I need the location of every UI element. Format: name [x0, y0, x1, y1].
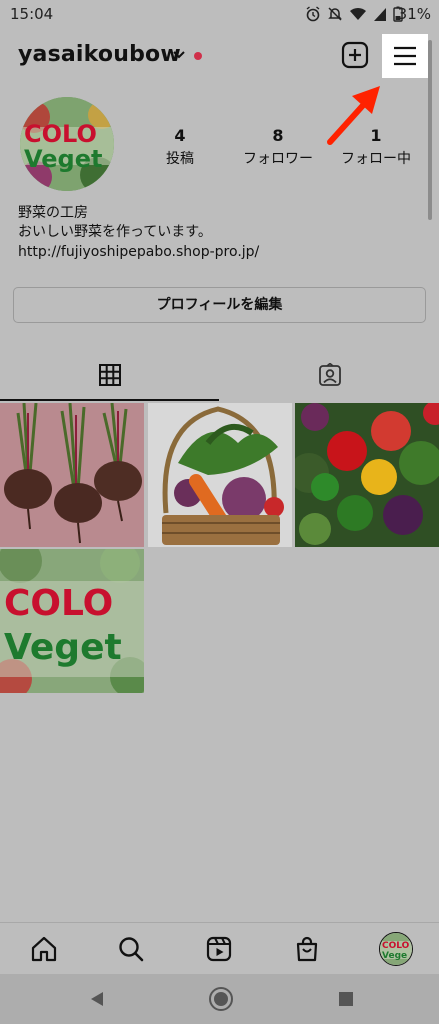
followers-label: フォロワー — [243, 151, 313, 167]
recent-apps-icon[interactable] — [338, 991, 354, 1007]
profile-avatar-icon[interactable]: COLO Vege — [379, 932, 413, 966]
bottom-navigation: COLO Vege — [0, 922, 439, 973]
battery-percent: 31% — [397, 5, 431, 23]
nav-avatar-text-line2: Vege — [382, 951, 407, 961]
scrollbar[interactable] — [428, 40, 432, 220]
home-icon[interactable] — [30, 935, 58, 963]
tagged-person-icon — [319, 363, 341, 386]
post-text-line1: COLO — [4, 583, 113, 624]
stat-followers[interactable]: 8 フォロワー — [232, 126, 324, 168]
grid-icon — [99, 364, 121, 386]
menu-button[interactable] — [382, 34, 428, 78]
search-icon[interactable] — [117, 935, 145, 963]
username[interactable]: yasaikoubow — [18, 42, 181, 67]
bio-name: 野菜の工房 — [18, 205, 88, 221]
shop-icon[interactable] — [293, 935, 321, 963]
following-count: 1 — [370, 126, 382, 145]
notification-dot — [194, 52, 202, 60]
system-navigation-bar — [0, 974, 439, 1024]
post-thumbnail-beets[interactable] — [0, 403, 144, 547]
following-label: フォロー中 — [341, 151, 411, 167]
instagram-profile-screen: 15:04 31% yasaikoubow COLO Veget 4 投稿 8 … — [0, 0, 439, 1024]
avatar-text-line1: COLO — [24, 120, 97, 148]
followers-count: 8 — [272, 126, 284, 145]
home-circle-icon[interactable] — [208, 986, 234, 1012]
posts-count: 4 — [174, 126, 186, 145]
post-text-line2: Veget — [4, 627, 122, 668]
profile-avatar[interactable]: COLO Veget — [20, 97, 114, 191]
back-icon[interactable] — [88, 990, 106, 1008]
status-bar: 15:04 31% — [0, 0, 439, 28]
posts-label: 投稿 — [166, 151, 194, 167]
stat-following[interactable]: 1 フォロー中 — [332, 126, 420, 168]
new-post-button[interactable] — [340, 40, 370, 70]
profile-bio: 野菜の工房 おいしい野菜を作っています。 http://fujiyoshipep… — [18, 204, 259, 262]
alarm-icon — [306, 6, 320, 22]
edit-profile-button[interactable]: プロフィールを編集 — [13, 287, 426, 323]
bio-link[interactable]: http://fujiyoshipepabo.shop-pro.jp/ — [18, 243, 259, 262]
tab-tagged[interactable] — [220, 353, 439, 399]
hamburger-menu-icon — [394, 46, 416, 66]
profile-header: yasaikoubow — [0, 34, 439, 78]
nav-avatar-text-line1: COLO — [382, 941, 410, 951]
post-thumbnail-vegetable-basket[interactable] — [148, 403, 292, 547]
signal-icon — [374, 8, 386, 21]
status-icons — [305, 4, 403, 24]
post-thumbnail-assorted-vegetables[interactable] — [295, 403, 439, 547]
tab-posts-grid[interactable] — [0, 353, 219, 401]
chevron-down-icon[interactable] — [172, 50, 186, 60]
reels-icon[interactable] — [205, 935, 233, 963]
avatar-text-line2: Veget — [24, 145, 102, 173]
post-thumbnail-colorful-vegetables[interactable]: COLO Veget — [0, 549, 144, 693]
mute-icon — [328, 7, 342, 21]
stat-posts[interactable]: 4 投稿 — [150, 126, 210, 168]
status-time: 15:04 — [10, 5, 54, 23]
bio-description: おいしい野菜を作っています。 — [18, 224, 212, 240]
wifi-icon — [350, 7, 366, 20]
